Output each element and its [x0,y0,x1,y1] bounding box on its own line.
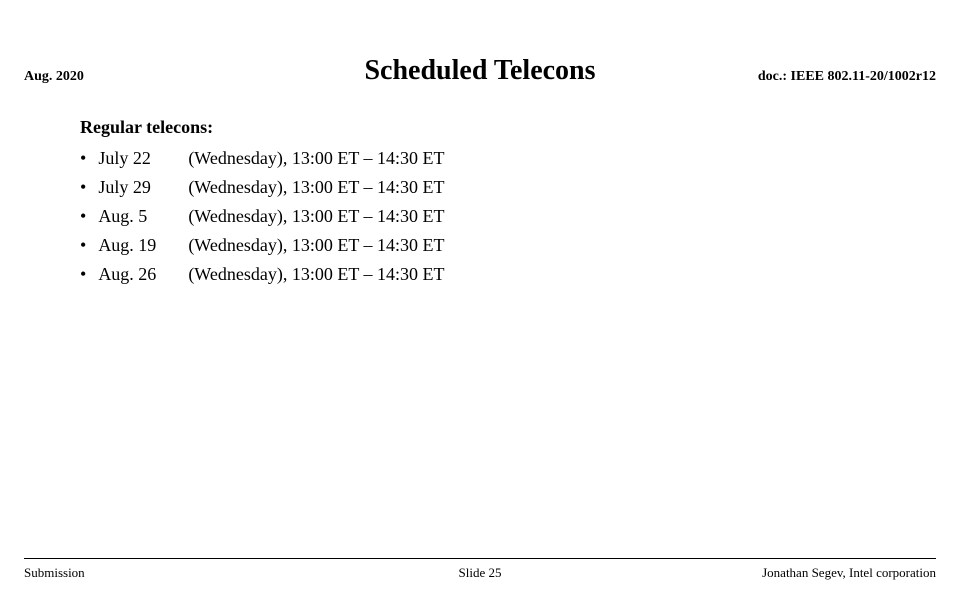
footer-center: Slide 25 [459,565,502,581]
regular-telecons-label: Regular telecons: [80,117,960,138]
bullet-icon: • [80,148,86,169]
telecon-list: •July 22(Wednesday), 13:00 ET – 14:30 ET… [80,148,960,285]
bullet-icon: • [80,235,86,256]
telecon-description: (Wednesday), 13:00 ET – 14:30 ET [188,206,960,227]
header-left-label: Aug. 2020 [24,69,84,85]
footer-divider [24,558,936,559]
bullet-icon: • [80,206,86,227]
list-item: • July 29(Wednesday), 13:00 ET – 14:30 ET [80,177,960,198]
telecon-date: Aug. 26 [98,264,188,285]
telecon-description: (Wednesday), 13:00 ET – 14:30 ET [188,148,960,169]
footer-right: Jonathan Segev, Intel corporation [762,565,936,581]
bullet-icon: • [80,177,86,198]
content-area: Regular telecons: •July 22(Wednesday), 1… [80,117,960,285]
telecon-date: July 29 [98,177,188,198]
list-item: • July 22(Wednesday), 13:00 ET – 14:30 ET [80,148,960,169]
telecon-date: July 22 [98,148,188,169]
list-item: • Aug. 26(Wednesday), 13:00 ET – 14:30 ET [80,264,960,285]
telecon-description: (Wednesday), 13:00 ET – 14:30 ET [188,264,960,285]
list-item: • Aug. 5(Wednesday), 13:00 ET – 14:30 ET [80,206,960,227]
list-item: • Aug. 19(Wednesday), 13:00 ET – 14:30 ET [80,235,960,256]
header-right-label: doc.: IEEE 802.11-20/1002r12 [758,69,936,85]
telecon-date: Aug. 19 [98,235,188,256]
telecon-date: Aug. 5 [98,206,188,227]
footer-left: Submission [24,565,85,581]
bullet-icon: • [80,264,86,285]
telecon-description: (Wednesday), 13:00 ET – 14:30 ET [188,177,960,198]
telecon-description: (Wednesday), 13:00 ET – 14:30 ET [188,235,960,256]
